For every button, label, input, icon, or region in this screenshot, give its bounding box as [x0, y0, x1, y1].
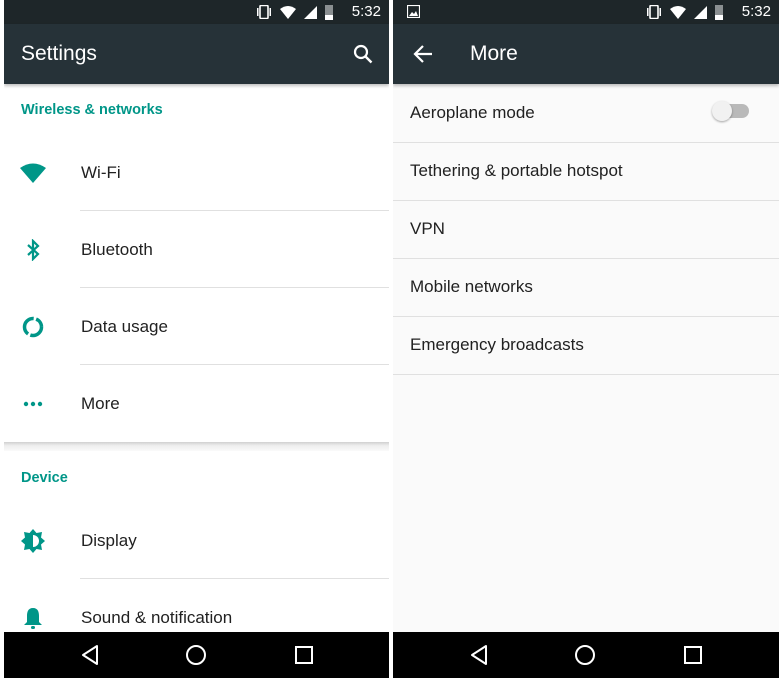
settings-item-more[interactable]: More: [4, 366, 389, 442]
search-icon: [353, 44, 373, 64]
more-screen: 5:32 More Aeroplane mode Tethering & por…: [393, 0, 779, 678]
nav-recents-button[interactable]: [681, 643, 705, 667]
settings-screen: 5:32 Settings Wireless & networks Wi-Fi …: [4, 0, 389, 678]
back-triangle-icon: [82, 645, 98, 665]
divider: [80, 287, 389, 288]
back-arrow-icon: [413, 45, 432, 63]
nav-recents-button[interactable]: [292, 643, 316, 667]
more-item-label: Aeroplane mode: [410, 103, 535, 122]
back-triangle-icon: [471, 645, 487, 665]
status-time: 5:32: [741, 3, 771, 20]
more-item-emergency-broadcasts[interactable]: Emergency broadcasts: [393, 316, 779, 375]
toggle-knob: [712, 101, 732, 121]
settings-item-wifi[interactable]: Wi-Fi: [4, 135, 389, 211]
bell-icon: [24, 608, 42, 629]
more-item-mobile-networks[interactable]: Mobile networks: [393, 258, 779, 317]
section-header-wireless: Wireless & networks: [21, 102, 163, 118]
home-circle-icon: [186, 645, 206, 665]
settings-item-data-usage[interactable]: Data usage: [4, 289, 389, 365]
settings-item-label: More: [81, 394, 120, 413]
aeroplane-mode-toggle[interactable]: [712, 101, 749, 121]
brightness-icon: [21, 529, 45, 553]
settings-item-display[interactable]: Display: [4, 503, 389, 579]
nav-back-button[interactable]: [468, 643, 492, 667]
settings-item-label: Sound & notification: [81, 608, 233, 627]
settings-item-label: Data usage: [81, 317, 168, 336]
status-bar: 5:32: [393, 0, 779, 24]
divider: [80, 578, 389, 579]
settings-item-label: Display: [81, 531, 137, 550]
more-item-vpn[interactable]: VPN: [393, 200, 779, 259]
page-title: More: [470, 42, 518, 65]
more-item-label: VPN: [410, 219, 445, 238]
wifi-icon: [20, 163, 46, 183]
more-item-tethering[interactable]: Tethering & portable hotspot: [393, 142, 779, 201]
battery-icon: [325, 5, 333, 20]
status-time: 5:32: [351, 3, 381, 20]
navigation-bar: [393, 632, 779, 678]
data-usage-icon: [22, 316, 44, 338]
settings-item-label: Bluetooth: [81, 240, 153, 259]
recents-square-icon: [295, 646, 313, 664]
bluetooth-icon: [27, 239, 40, 261]
wifi-icon: [670, 5, 686, 19]
nav-home-button[interactable]: [184, 643, 208, 667]
settings-item-label: Wi-Fi: [81, 163, 121, 182]
more-item-label: Mobile networks: [410, 277, 533, 296]
status-bar: 5:32: [4, 0, 389, 24]
nav-back-button[interactable]: [79, 643, 103, 667]
navigation-bar: [4, 632, 389, 678]
home-circle-icon: [575, 645, 595, 665]
wifi-icon: [280, 5, 296, 19]
divider: [80, 210, 389, 211]
image-notification-icon: [407, 5, 420, 18]
recents-square-icon: [684, 646, 702, 664]
vibrate-icon: [257, 5, 271, 19]
settings-item-bluetooth[interactable]: Bluetooth: [4, 212, 389, 288]
nav-home-button[interactable]: [573, 643, 597, 667]
signal-icon: [694, 5, 707, 19]
more-item-aeroplane-mode[interactable]: Aeroplane mode: [393, 84, 779, 143]
battery-icon: [715, 5, 723, 20]
app-bar: Settings: [4, 24, 389, 84]
section-header-device: Device: [21, 470, 68, 486]
more-dots-icon: [23, 401, 43, 407]
more-item-label: Tethering & portable hotspot: [410, 161, 623, 180]
vibrate-icon: [647, 5, 661, 19]
back-button[interactable]: [411, 42, 435, 66]
more-item-label: Emergency broadcasts: [410, 335, 584, 354]
signal-icon: [304, 5, 317, 19]
page-title: Settings: [21, 42, 97, 65]
divider: [80, 364, 389, 365]
section-separator: [4, 442, 389, 451]
app-bar: More: [393, 24, 779, 84]
search-button[interactable]: [351, 42, 375, 66]
